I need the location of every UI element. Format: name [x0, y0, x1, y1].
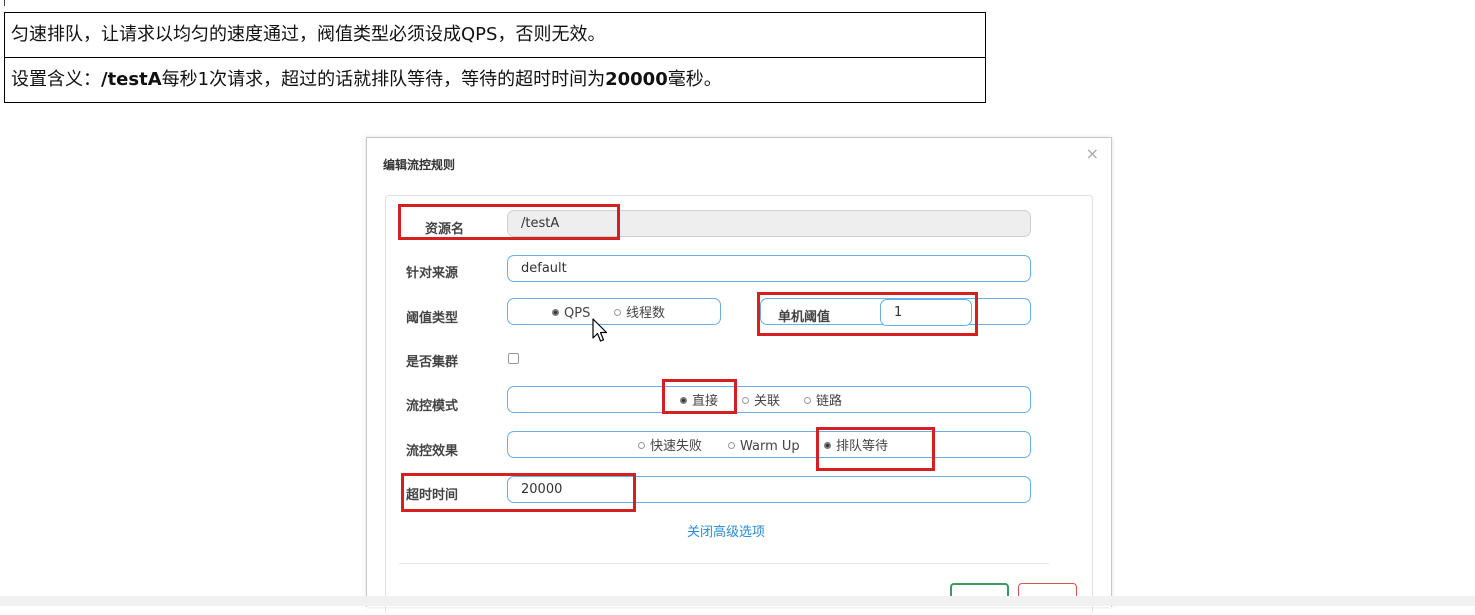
flow-effect-label: 流控效果: [406, 444, 459, 459]
flow-mode-relate-option[interactable]: 关联: [742, 394, 780, 410]
resource-name-label: 资源名: [425, 222, 465, 237]
radio-checked-icon: [824, 442, 831, 449]
flow-effect-fast-fail-option[interactable]: 快速失败: [638, 439, 702, 455]
flow-effect-warm-up-option[interactable]: Warm Up: [728, 439, 800, 455]
timeout-label: 超时时间: [406, 488, 459, 503]
origin-label: 针对来源: [406, 266, 459, 281]
flow-mode-relate-label: 关联: [754, 394, 781, 409]
description-table: 匀速排队，让请求以均匀的速度通过，阀值类型必须设成QPS，否则无效。 设置含义：…: [4, 12, 986, 103]
origin-input[interactable]: default: [507, 255, 1031, 282]
description-suffix: 毫秒。: [667, 69, 722, 90]
threshold-type-qps-label: QPS: [564, 306, 591, 321]
radio-unchecked-icon: [804, 397, 811, 404]
radio-checked-icon: [680, 397, 687, 404]
description-timeout-value: 20000: [605, 69, 668, 90]
bottom-bar: [0, 596, 1475, 606]
flow-mode-label: 流控模式: [406, 399, 459, 414]
flow-mode-chain-label: 链路: [816, 394, 843, 409]
radio-unchecked-icon: [638, 442, 645, 449]
resource-name-field: /testA: [507, 210, 1031, 237]
flow-mode-direct-label: 直接: [692, 394, 719, 409]
description-prefix: 设置含义：: [11, 69, 101, 90]
threshold-type-thread-label: 线程数: [626, 306, 666, 321]
single-threshold-input[interactable]: 1: [880, 299, 972, 326]
description-middle: 每秒1次请求，超过的话就排队等待，等待的超时时间为: [161, 69, 606, 90]
mouse-pointer-icon: [592, 318, 608, 342]
flow-mode-direct-option[interactable]: 直接: [680, 394, 718, 410]
flow-effect-queue-label: 排队等待: [836, 439, 889, 454]
cluster-label: 是否集群: [406, 355, 459, 370]
dialog-title: 编辑流控规则: [383, 158, 456, 172]
flow-effect-queue-option[interactable]: 排队等待: [824, 439, 888, 455]
description-row-1: 匀速排队，让请求以均匀的速度通过，阀值类型必须设成QPS，否则无效。: [5, 13, 985, 57]
threshold-type-label: 阈值类型: [406, 311, 459, 326]
description-row-2: 设置含义：/testA每秒1次请求，超过的话就排队等待，等待的超时时间为2000…: [5, 57, 985, 102]
flow-effect-warm-up-label: Warm Up: [740, 439, 800, 454]
description-text-1: 匀速排队，让请求以均匀的速度通过，阀值类型必须设成QPS，否则无效。: [11, 24, 606, 45]
radio-unchecked-icon: [614, 309, 621, 316]
edge-tick: [4, 0, 5, 6]
close-icon[interactable]: ×: [1086, 144, 1099, 163]
single-threshold-label: 单机阈值: [778, 310, 831, 325]
radio-unchecked-icon: [728, 442, 735, 449]
radio-unchecked-icon: [742, 397, 749, 404]
description-resource: /testA: [101, 69, 162, 90]
flow-effect-fast-fail-label: 快速失败: [650, 439, 703, 454]
cluster-checkbox[interactable]: [508, 353, 519, 364]
threshold-type-qps-option[interactable]: QPS: [552, 306, 590, 322]
radio-checked-icon: [552, 309, 559, 316]
timeout-input[interactable]: 20000: [507, 476, 1031, 503]
close-advanced-options-link[interactable]: 关闭高级选项: [687, 521, 765, 540]
threshold-type-thread-option[interactable]: 线程数: [614, 306, 665, 322]
footer-divider: [399, 563, 1049, 564]
flow-mode-chain-option[interactable]: 链路: [804, 394, 842, 410]
